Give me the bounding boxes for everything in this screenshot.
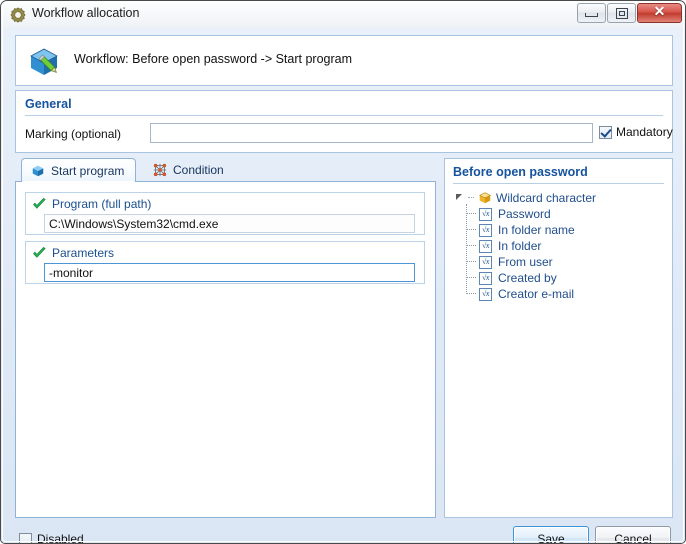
node-graph-icon [153, 163, 167, 177]
tree-item-label: Created by [498, 271, 557, 285]
tree-node-wildcard-character[interactable]: Wildcard character [451, 189, 671, 206]
close-icon: ✕ [653, 5, 666, 20]
tree-connector [467, 261, 476, 263]
tree-children: √ x Password √ x In folder name √ x In fold… [462, 204, 671, 302]
tree-connector [467, 277, 476, 279]
tree-node-label: Wildcard character [496, 190, 597, 205]
parameters-input[interactable] [44, 263, 415, 282]
window-title: Workflow allocation [32, 6, 140, 20]
marking-input[interactable] [150, 123, 593, 143]
program-path-input[interactable] [44, 214, 415, 233]
gear-icon [10, 7, 26, 23]
tree-item-in-folder[interactable]: √ x In folder [462, 238, 671, 254]
green-check-icon [33, 197, 46, 209]
expander-collapse-icon[interactable] [455, 193, 464, 202]
tree-item-creator-email[interactable]: √ x Creator e-mail [462, 286, 671, 302]
dialog-client-area: Workflow: Before open password -> Start … [1, 28, 685, 544]
tree-item-password[interactable]: √ x Password [462, 206, 671, 222]
close-button[interactable]: ✕ [637, 3, 682, 23]
tree-item-in-folder-name[interactable]: √ x In folder name [462, 222, 671, 238]
blue-cube-pencil-icon [30, 48, 58, 75]
tab-condition-label: Condition [173, 163, 224, 177]
general-heading: General [25, 97, 72, 111]
tree-connector [467, 229, 476, 231]
tab-start-program[interactable]: Start program [21, 158, 137, 182]
maximize-button[interactable] [607, 3, 636, 23]
tab-start-program-label: Start program [51, 163, 125, 178]
tree-item-label: From user [498, 255, 553, 269]
marking-label: Marking (optional) [25, 127, 122, 141]
program-field-label: Program (full path) [52, 197, 152, 211]
blue-cube-icon [32, 165, 44, 176]
general-panel: General Marking (optional) Mandatory [15, 90, 673, 153]
minimize-button[interactable] [577, 3, 606, 23]
disabled-label: Disabled [37, 532, 84, 544]
tab-page-start-program: Program (full path) Parameters [15, 182, 436, 518]
program-field-group: Program (full path) [25, 192, 425, 235]
tree-connector [467, 213, 476, 215]
tab-active-mask [22, 181, 134, 183]
wildcard-panel: Before open password Wildcard character [444, 158, 673, 518]
parameters-field-group: Parameters [25, 241, 425, 284]
disabled-checkbox[interactable] [19, 532, 32, 543]
workflow-header-panel: Workflow: Before open password -> Start … [15, 35, 673, 86]
tree-connector [468, 196, 474, 199]
yellow-cube-icon [479, 191, 491, 203]
general-divider [25, 115, 663, 116]
mandatory-label: Mandatory [616, 125, 673, 139]
tree-item-label: In folder [498, 239, 542, 253]
title-bar[interactable]: Workflow allocation ✕ [1, 1, 685, 28]
tree-connector [467, 245, 476, 247]
variable-icon: √ x [479, 207, 492, 221]
tree-item-label: In folder name [498, 223, 575, 237]
wildcard-tree: Wildcard character √ x Password √ x In fol… [451, 189, 671, 302]
tree-connector [467, 293, 476, 295]
left-panel: Start program Condition Program (full pa… [15, 158, 436, 518]
dialog-footer: Disabled Save Cancel [1, 521, 685, 544]
program-field-header: Program (full path) [32, 197, 151, 211]
restore-icon [615, 7, 628, 19]
variable-icon: √ x [479, 255, 492, 269]
variable-icon: √ x [479, 223, 492, 237]
dialog-window: Workflow allocation ✕ Workflow: Before o… [0, 0, 686, 544]
variable-icon: √ x [479, 271, 492, 285]
wildcard-panel-divider [453, 183, 664, 184]
parameters-field-header: Parameters [32, 246, 114, 260]
variable-icon: √ x [479, 287, 492, 301]
parameters-field-label: Parameters [52, 246, 115, 260]
wildcard-panel-title: Before open password [453, 165, 588, 179]
green-check-icon [33, 246, 46, 258]
tab-condition[interactable]: Condition [143, 158, 236, 182]
tree-item-created-by[interactable]: √ x Created by [462, 270, 671, 286]
disabled-checkbox-group[interactable]: Disabled [19, 532, 84, 544]
variable-icon: √ x [479, 239, 492, 253]
mandatory-checkbox-group[interactable]: Mandatory [599, 125, 673, 139]
mandatory-checkbox[interactable] [599, 125, 612, 139]
cancel-button[interactable]: Cancel [595, 526, 671, 543]
tree-item-label: Password [498, 207, 551, 221]
save-button[interactable]: Save [513, 526, 589, 543]
tree-item-label: Creator e-mail [498, 287, 575, 301]
tree-item-from-user[interactable]: √ x From user [462, 254, 671, 270]
workflow-header-title: Workflow: Before open password -> Start … [74, 52, 353, 66]
tab-strip: Start program Condition [15, 158, 436, 183]
minimize-icon [585, 13, 598, 17]
